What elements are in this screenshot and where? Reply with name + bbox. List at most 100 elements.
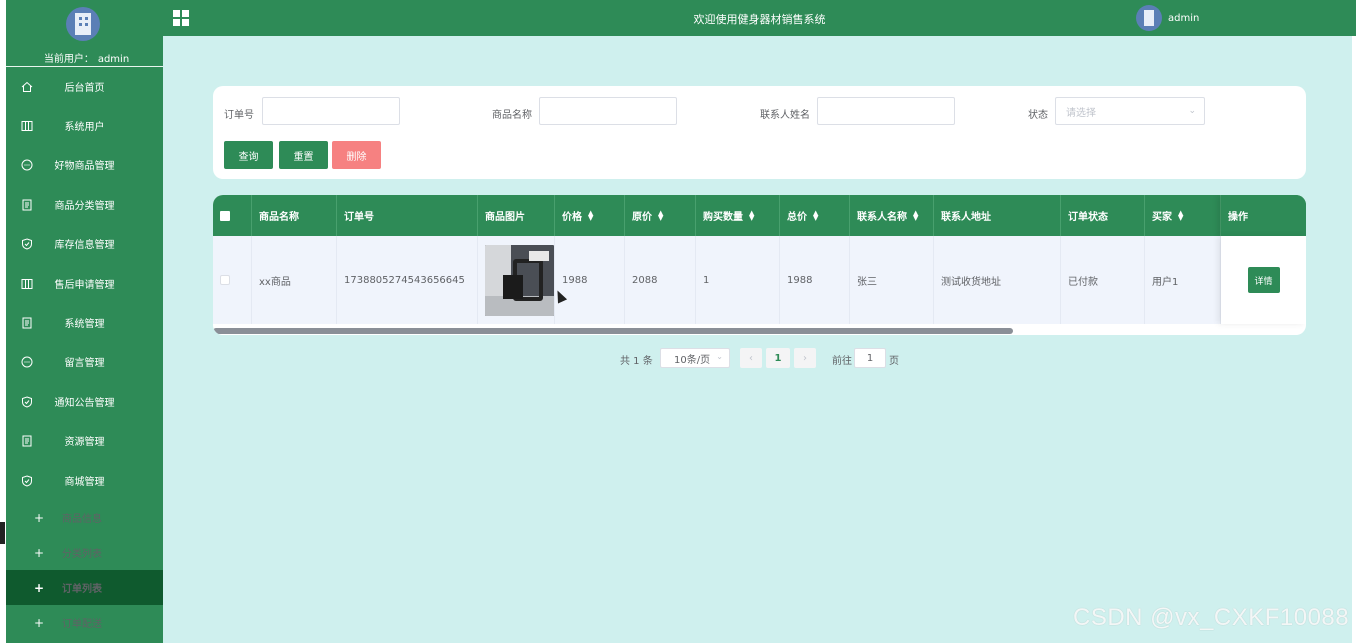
- sidebar-item-inventory[interactable]: 库存信息管理: [6, 224, 163, 263]
- next-page-button[interactable]: ›: [794, 348, 816, 368]
- sidebar-subitem-order-delivery[interactable]: + 订单配送: [6, 605, 163, 640]
- sidebar: 当前用户： admin 后台首页 系统用户 好物商品管理 商品分类管理 库存信息管…: [6, 0, 163, 643]
- sidebar-item-products[interactable]: 好物商品管理: [6, 145, 163, 184]
- sidebar-item-label: 留言管理: [64, 358, 105, 369]
- order-no-label: 订单号: [224, 110, 254, 121]
- sidebar-item-label: 售后申请管理: [54, 280, 115, 291]
- cell-order-status: 已付款: [1061, 236, 1145, 324]
- chevron-right-icon: ›: [803, 352, 807, 364]
- column-header[interactable]: 价格 ▲ ▼: [555, 195, 625, 236]
- sort-icon[interactable]: ▲ ▼: [1178, 209, 1183, 221]
- sort-icon[interactable]: ▲ ▼: [749, 209, 754, 221]
- query-button[interactable]: 查询: [224, 141, 273, 169]
- current-user-name: admin: [97, 54, 130, 65]
- horizontal-scrollbar[interactable]: [213, 328, 1013, 334]
- column-header-label: 原价: [632, 212, 652, 223]
- sort-icon[interactable]: ▲ ▼: [913, 209, 918, 221]
- status-select[interactable]: 请选择 ⌄: [1055, 97, 1205, 125]
- sidebar-subitem-product-info[interactable]: + 商品信息: [6, 500, 163, 535]
- product-name-input[interactable]: [539, 97, 677, 125]
- row-checkbox[interactable]: [220, 275, 230, 285]
- sidebar-item-label: 商城管理: [64, 477, 105, 488]
- sidebar-item-home[interactable]: 后台首页: [6, 67, 163, 106]
- chevron-down-icon: ⌄: [716, 352, 723, 361]
- avatar[interactable]: [66, 7, 100, 41]
- top-user-name[interactable]: admin: [1168, 13, 1199, 24]
- column-header[interactable]: 总价 ▲ ▼: [780, 195, 850, 236]
- sidebar-subitem-label: 订单列表: [62, 584, 102, 595]
- column-header[interactable]: 原价 ▲ ▼: [625, 195, 696, 236]
- plus-icon: +: [34, 510, 45, 525]
- column-header-label: 联系人名称: [857, 212, 907, 223]
- sidebar-item-label: 资源管理: [64, 437, 105, 448]
- sidebar-item-mall[interactable]: 商城管理: [6, 461, 163, 500]
- select-all-checkbox[interactable]: [220, 210, 230, 221]
- avatar[interactable]: [1136, 5, 1162, 31]
- sidebar-item-categories[interactable]: 商品分类管理: [6, 185, 163, 224]
- chevron-left-icon: ‹: [749, 352, 753, 364]
- column-header-label: 商品图片: [485, 212, 525, 223]
- cell-product-image: [478, 236, 555, 324]
- cell-original-price: 2088: [625, 236, 696, 324]
- column-header[interactable]: 购买数量 ▲ ▼: [696, 195, 780, 236]
- page-size-value: 10条/页: [674, 354, 711, 366]
- search-panel: 订单号 商品名称 联系人姓名 状态 请选择 ⌄ 查询 重置 删除: [213, 86, 1306, 179]
- plus-icon: +: [34, 545, 45, 560]
- sidebar-item-label: 通知公告管理: [54, 398, 115, 409]
- detail-button[interactable]: 详情: [1247, 267, 1280, 293]
- select-all-cell: [213, 195, 252, 236]
- page-size-select[interactable]: 10条/页 ⌄: [660, 348, 730, 368]
- sidebar-subitem-order-list[interactable]: + 订单列表: [6, 570, 163, 605]
- product-image[interactable]: [485, 244, 554, 316]
- table-header: 商品名称 订单号 商品图片 价格 ▲ ▼ 原价 ▲ ▼ 购买数量 ▲ ▼ 总价 ▲ ▼ 联系人名…: [213, 195, 1306, 236]
- reset-button[interactable]: 重置: [279, 141, 328, 169]
- sidebar-item-messages[interactable]: 留言管理: [6, 342, 163, 381]
- sidebar-subitem-label: 订单配送: [62, 619, 102, 630]
- sort-icon[interactable]: ▲ ▼: [588, 209, 593, 221]
- window-right-edge: [1352, 36, 1356, 643]
- column-header-label: 订单状态: [1068, 212, 1108, 223]
- column-header: 订单状态: [1061, 195, 1145, 236]
- chevron-down-icon: ⌄: [1188, 106, 1196, 116]
- status-label: 状态: [1028, 110, 1048, 121]
- sidebar-item-after-sales[interactable]: 售后申请管理: [6, 264, 163, 303]
- cell-contact-address: 测试收货地址: [934, 236, 1061, 324]
- cell-order-no: 1738805274543656645: [337, 236, 478, 324]
- sidebar-item-label: 库存信息管理: [54, 240, 115, 251]
- product-name-label: 商品名称: [492, 110, 532, 121]
- column-header-label: 买家: [1152, 212, 1172, 223]
- sort-icon[interactable]: ▲ ▼: [658, 209, 663, 221]
- sidebar-item-system-users[interactable]: 系统用户: [6, 106, 163, 145]
- contact-name-label: 联系人姓名: [760, 110, 810, 121]
- column-header: 联系人地址: [934, 195, 1061, 236]
- goto-page-input[interactable]: 1: [854, 348, 886, 368]
- sidebar-item-resources[interactable]: 资源管理: [6, 421, 163, 460]
- page-number-button[interactable]: 1: [766, 348, 790, 368]
- order-no-input[interactable]: [262, 97, 400, 125]
- current-user-label: 当前用户：: [43, 54, 94, 65]
- sidebar-header: 当前用户： admin: [6, 0, 163, 67]
- row-select-cell: [213, 236, 252, 324]
- sidebar-item-system[interactable]: 系统管理: [6, 303, 163, 342]
- sidebar-item-notices[interactable]: 通知公告管理: [6, 382, 163, 421]
- sidebar-item-label: 好物商品管理: [54, 161, 115, 172]
- watermark: CSDN @vx_CXKF10088: [1073, 604, 1350, 631]
- goto-label: 前往: [832, 356, 852, 367]
- sidebar-item-label: 商品分类管理: [54, 201, 115, 212]
- table-row: xx商品 1738805274543656645 1988 2088 1 198…: [213, 236, 1306, 324]
- column-header[interactable]: 联系人名称 ▲ ▼: [850, 195, 934, 236]
- sidebar-item-label: 系统用户: [64, 122, 105, 133]
- plus-icon: +: [34, 615, 45, 630]
- sidebar-subitem-category-list[interactable]: + 分类列表: [6, 535, 163, 570]
- column-header: 订单号: [337, 195, 478, 236]
- delete-button[interactable]: 删除: [332, 141, 381, 169]
- cell-buyer: 用户1: [1145, 236, 1221, 324]
- sort-icon[interactable]: ▲ ▼: [813, 209, 818, 221]
- prev-page-button[interactable]: ‹: [740, 348, 762, 368]
- column-header-label: 总价: [787, 212, 807, 223]
- contact-name-input[interactable]: [817, 97, 955, 125]
- column-header[interactable]: 买家 ▲ ▼: [1145, 195, 1221, 236]
- column-header-label: 价格: [562, 212, 582, 223]
- cell-total: 1988: [780, 236, 850, 324]
- top-bar: 欢迎使用健身器材销售系统 admin: [163, 0, 1356, 36]
